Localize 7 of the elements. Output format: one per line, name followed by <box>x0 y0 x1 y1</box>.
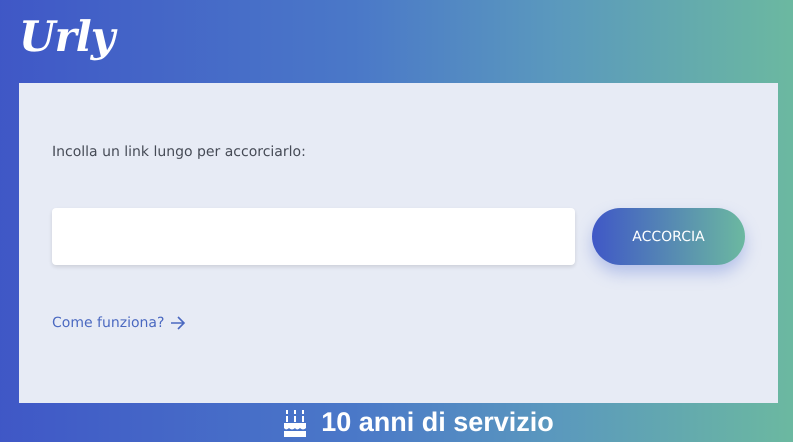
help-link[interactable]: Come funziona? <box>52 315 186 331</box>
cake-icon <box>283 408 308 438</box>
arrow-icon <box>170 316 186 330</box>
url-input-field[interactable] <box>52 208 575 265</box>
shorten-button[interactable]: ACCORCIA <box>592 208 745 265</box>
form-label: Incolla un link lungo per accorciarlo: <box>52 144 306 160</box>
banner-text: 10 anni di servizio <box>321 407 554 438</box>
